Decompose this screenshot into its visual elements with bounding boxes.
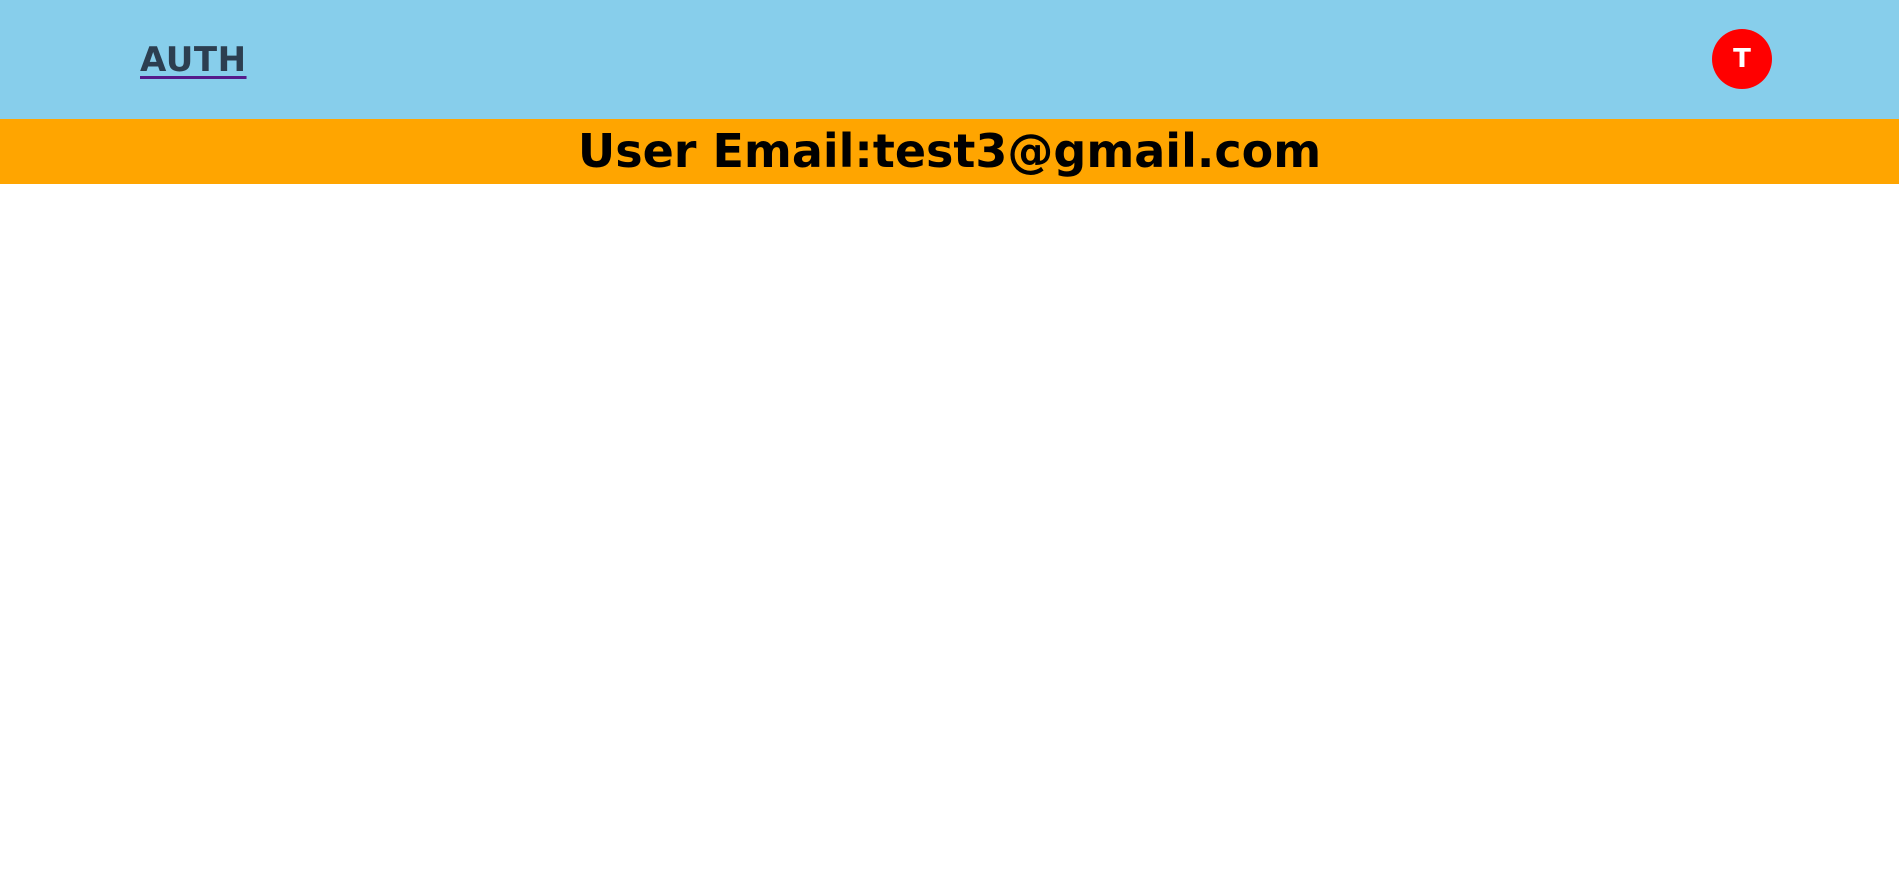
main-content — [0, 184, 1899, 877]
brand-link[interactable]: AUTH — [140, 36, 247, 84]
user-avatar[interactable]: T — [1712, 29, 1772, 89]
user-email-value: test3@gmail.com — [872, 124, 1322, 178]
user-email-banner: User Email:test3@gmail.com — [0, 119, 1899, 184]
navbar: AUTH T — [0, 0, 1899, 119]
user-email-label: User Email: — [577, 124, 873, 178]
avatar-initial: T — [1733, 44, 1751, 74]
user-email-heading: User Email:test3@gmail.com — [578, 119, 1321, 184]
